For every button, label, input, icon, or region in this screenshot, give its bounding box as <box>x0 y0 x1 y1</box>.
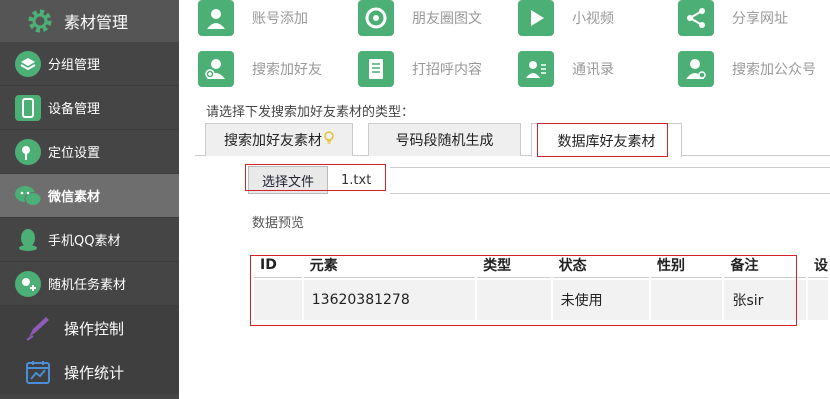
play-icon <box>518 0 554 36</box>
tab-database-friend[interactable]: 数据库好友素材 <box>531 123 682 157</box>
share-url-label: 分享网址 <box>732 11 788 27</box>
tab-label: 号码段随机生成 <box>395 133 494 149</box>
document-icon <box>358 51 394 87</box>
column-header: 性别 <box>650 252 723 278</box>
sidebar-item-qq[interactable]: 手机QQ素材 <box>0 218 179 262</box>
sidebar-item-label: 随机任务素材 <box>48 278 127 293</box>
column-header: 备注 <box>724 252 806 278</box>
account-add-button[interactable]: 账号添加 <box>198 0 308 36</box>
type-prompt: 请选择下发搜索加好友素材的类型： <box>206 105 415 120</box>
user-icon <box>198 0 234 36</box>
main-panel: 账号添加 朋友圈图文 小视频 分享网址 搜索加好友 打招呼内容 通讯录 搜索加公… <box>179 0 830 399</box>
cell-more <box>807 280 828 320</box>
qq-icon <box>14 226 42 254</box>
wechat-icon <box>14 182 42 210</box>
cell-id <box>254 280 302 320</box>
cell-element: 13620381278 <box>303 280 476 320</box>
sidebar: 素材管理 分组管理 设备管理 定位设置 微信素材 手机QQ素材 随机任务素材 操… <box>0 0 179 399</box>
sidebar-item-label: 设备管理 <box>48 102 101 117</box>
table-row: 13620381278 未使用 张sir <box>254 280 828 320</box>
add-user-icon <box>198 51 234 87</box>
contacts-label: 通讯录 <box>572 62 614 78</box>
search-official-button[interactable]: 搜索加公众号 <box>678 51 816 87</box>
task-icon <box>14 270 42 298</box>
sidebar-item-label: 分组管理 <box>48 58 101 73</box>
sidebar-item-devices[interactable]: 设备管理 <box>0 86 179 130</box>
share-url-button[interactable]: 分享网址 <box>678 0 788 36</box>
search-friend-label: 搜索加好友 <box>252 62 322 78</box>
sidebar-item-stats[interactable]: 操作统计 <box>0 350 179 394</box>
lightbulb-icon <box>324 131 334 149</box>
tab-search-friend[interactable]: 搜索加好友素材 <box>205 123 353 156</box>
cell-remark: 张sir <box>724 280 806 320</box>
moments-button[interactable]: 朋友圈图文 <box>358 0 482 36</box>
moments-label: 朋友圈图文 <box>412 11 482 27</box>
account-add-label: 账号添加 <box>252 11 308 27</box>
contacts-icon <box>518 51 554 87</box>
layers-icon <box>14 50 42 78</box>
column-header: 设 <box>807 252 828 278</box>
share-icon <box>678 0 714 36</box>
tab-bar: 搜索加好友素材 号码段随机生成 数据库好友素材 <box>195 123 830 157</box>
column-header: 类型 <box>477 252 551 278</box>
tab-label: 搜索加好友素材 <box>224 133 322 149</box>
choose-file-button[interactable]: 选择文件 <box>248 166 328 194</box>
file-name: 1.txt <box>341 172 372 188</box>
stats-icon <box>24 358 52 386</box>
file-row-border <box>390 167 830 194</box>
column-header: 元素 <box>303 252 476 278</box>
search-official-label: 搜索加公众号 <box>732 62 816 78</box>
cell-status: 未使用 <box>552 280 649 320</box>
video-label: 小视频 <box>572 11 614 27</box>
tab-number-range[interactable]: 号码段随机生成 <box>368 123 521 156</box>
pen-icon <box>24 314 52 342</box>
search-friend-button[interactable]: 搜索加好友 <box>198 51 322 87</box>
greeting-label: 打招呼内容 <box>412 62 482 78</box>
preview-table: ID 元素 类型 状态 性别 备注 设 13620381278 未使用 张sir <box>252 250 830 322</box>
cell-gender <box>650 280 723 320</box>
tab-label: 数据库好友素材 <box>557 133 656 150</box>
greeting-button[interactable]: 打招呼内容 <box>358 51 482 87</box>
sidebar-item-groups[interactable]: 分组管理 <box>0 42 179 86</box>
sidebar-item-control[interactable]: 操作控制 <box>0 306 179 350</box>
sidebar-item-random-task[interactable]: 随机任务素材 <box>0 262 179 306</box>
sidebar-item-label: 操作统计 <box>64 363 125 382</box>
video-button[interactable]: 小视频 <box>518 0 614 36</box>
phone-icon <box>14 94 42 122</box>
gear-icon <box>26 7 54 35</box>
aperture-icon <box>358 0 394 36</box>
sidebar-item-wechat[interactable]: 微信素材 <box>0 174 179 218</box>
sidebar-header-label: 素材管理 <box>64 13 129 32</box>
official-account-icon <box>678 51 714 87</box>
cell-type <box>477 280 551 320</box>
sidebar-item-label: 定位设置 <box>48 146 101 161</box>
contacts-button[interactable]: 通讯录 <box>518 51 614 87</box>
location-icon <box>14 138 42 166</box>
table-header-row: ID 元素 类型 状态 性别 备注 设 <box>254 252 828 278</box>
sidebar-header[interactable]: 素材管理 <box>0 0 179 42</box>
sidebar-item-label: 操作控制 <box>64 319 125 338</box>
data-preview-label: 数据预览 <box>252 216 305 231</box>
sidebar-item-label: 手机QQ素材 <box>48 234 121 249</box>
column-header: 状态 <box>552 252 649 278</box>
column-header: ID <box>254 252 302 278</box>
sidebar-item-label: 微信素材 <box>48 190 101 205</box>
sidebar-item-location[interactable]: 定位设置 <box>0 130 179 174</box>
